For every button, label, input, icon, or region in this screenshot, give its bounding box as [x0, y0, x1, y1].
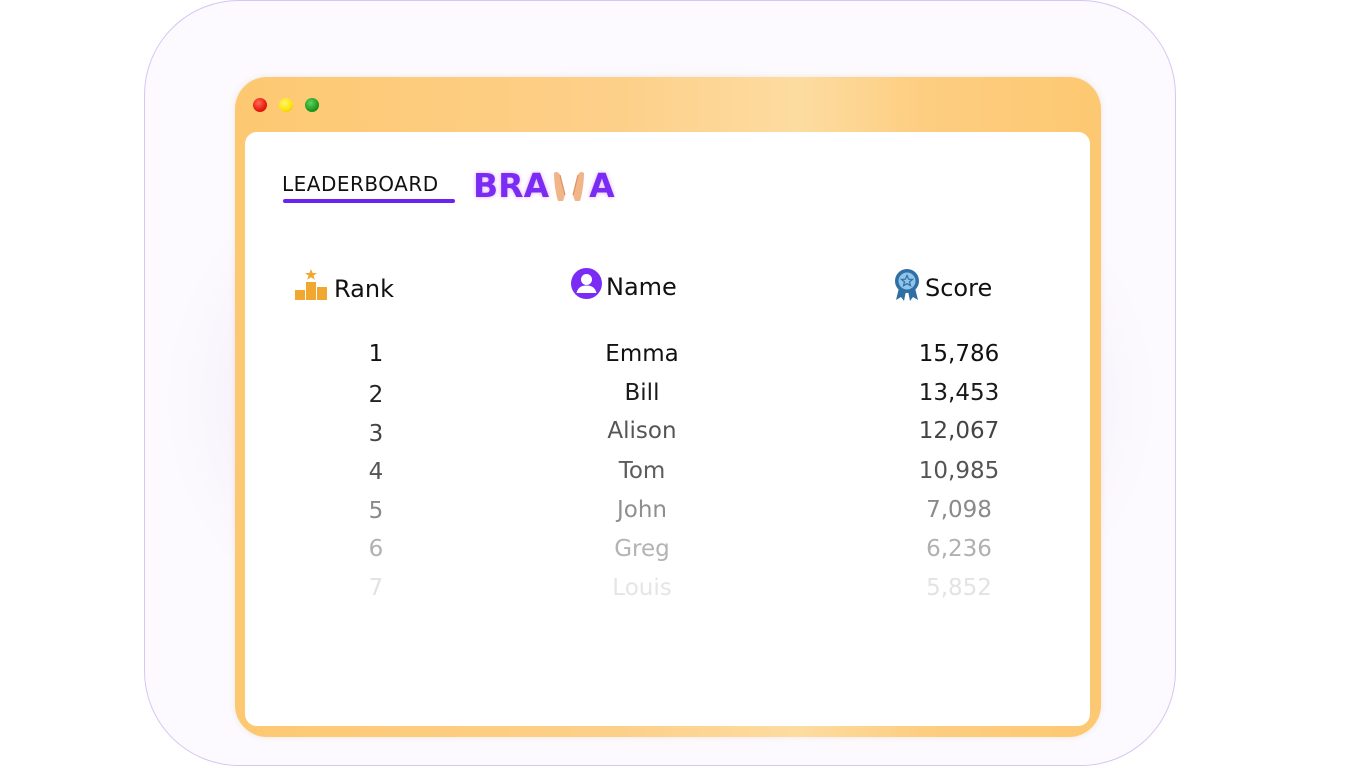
podium-icon: [294, 268, 330, 310]
app-window: LEADERBOARD BRA A Rank Name Score 1 Emma…: [235, 77, 1101, 737]
user-avatar-icon: [571, 268, 602, 305]
column-header-score: Score: [893, 268, 992, 308]
page-title: LEADERBOARD: [282, 172, 439, 196]
name-cell: Louis: [612, 575, 672, 601]
score-cell: 6,236: [926, 536, 992, 562]
rank-cell: 2: [368, 382, 384, 408]
name-cell: Alison: [607, 418, 677, 444]
name-cell: Emma: [605, 341, 679, 367]
rank-cell: 1: [368, 341, 384, 367]
name-cell: Tom: [618, 458, 666, 484]
rank-cell: 3: [368, 421, 384, 447]
maximize-dot[interactable]: [305, 98, 319, 112]
column-header-name: Name: [571, 268, 677, 305]
score-cell: 13,453: [918, 380, 1000, 406]
rank-header-label: Rank: [334, 275, 394, 303]
score-cell: 5,852: [926, 575, 992, 601]
name-cell: John: [616, 497, 667, 523]
rank-cell: 5: [368, 498, 384, 524]
score-header-label: Score: [925, 274, 993, 302]
leaderboard-panel: LEADERBOARD BRA A Rank Name Score 1 Emma…: [245, 132, 1090, 726]
column-header-rank: Rank: [294, 268, 394, 310]
rank-cell: 7: [368, 575, 384, 601]
clapping-hands-icon: [550, 169, 588, 203]
score-cell: 10,985: [918, 458, 1000, 484]
brand-text-left: BRA: [473, 166, 550, 205]
rank-cell: 6: [368, 536, 384, 562]
rank-cell: 4: [368, 459, 384, 485]
close-dot[interactable]: [253, 98, 267, 112]
brand-text-right: A: [589, 166, 615, 205]
title-underline: [283, 199, 455, 203]
name-header-label: Name: [606, 272, 677, 301]
score-cell: 7,098: [926, 497, 992, 523]
score-cell: 12,067: [918, 418, 1000, 444]
award-ribbon-icon: [893, 268, 921, 308]
score-cell: 15,786: [918, 341, 1000, 367]
brand-logo: BRA A: [473, 166, 615, 205]
minimize-dot[interactable]: [279, 98, 293, 112]
name-cell: Greg: [614, 536, 670, 562]
name-cell: Bill: [624, 380, 660, 406]
